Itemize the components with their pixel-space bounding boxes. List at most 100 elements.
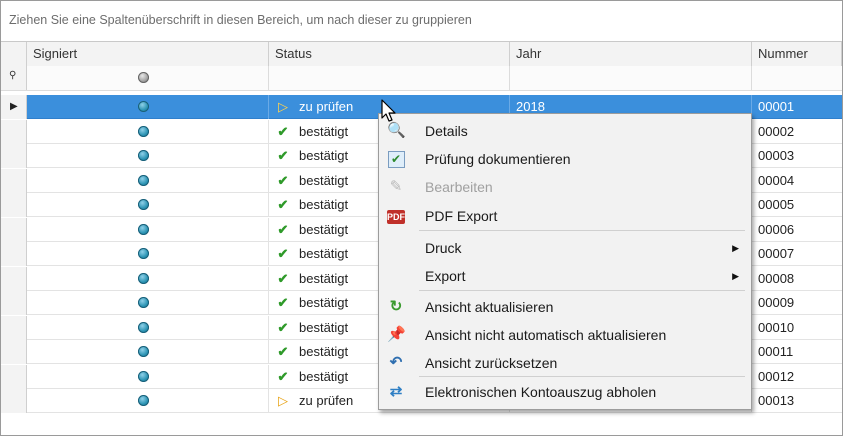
check-icon: ✔ bbox=[277, 173, 289, 188]
group-by-panel[interactable]: Ziehen Sie eine Spaltenüberschrift in di… bbox=[1, 1, 842, 41]
cell-nummer[interactable]: 00005 bbox=[752, 193, 842, 217]
check-icon: ✔ bbox=[277, 148, 289, 163]
cell-signiert[interactable] bbox=[27, 169, 269, 193]
menu-item-elektronischen-kontoauszug-abholen[interactable]: ⇄ Elektronischen Kontoauszug abholen bbox=[381, 378, 749, 406]
status-text: bestätigt bbox=[299, 295, 349, 310]
column-header-row: Signiert Status Jahr Nummer bbox=[1, 41, 842, 67]
menu-item-label: Druck bbox=[425, 240, 462, 256]
signed-status-icon bbox=[138, 175, 149, 186]
menu-item-label: PDF Export bbox=[425, 208, 498, 224]
cell-signiert[interactable] bbox=[27, 365, 269, 389]
cell-signiert[interactable] bbox=[27, 95, 269, 119]
signed-status-icon bbox=[138, 371, 149, 382]
cell-signiert[interactable] bbox=[27, 316, 269, 340]
status-text: zu prüfen bbox=[299, 99, 354, 114]
column-header-nummer[interactable]: Nummer bbox=[752, 42, 842, 66]
cell-nummer[interactable]: 00007 bbox=[752, 242, 842, 266]
menu-item-export[interactable]: Export ▶ bbox=[381, 262, 749, 290]
menu-item-prüfung-dokumentieren[interactable]: ✔ Prüfung dokumentieren bbox=[381, 145, 749, 173]
check-icon: ✔ bbox=[277, 295, 289, 310]
cell-signiert[interactable] bbox=[27, 120, 269, 144]
menu-separator bbox=[419, 230, 745, 231]
check-icon: ✔ bbox=[277, 124, 289, 139]
cell-signiert[interactable] bbox=[27, 218, 269, 242]
menu-item-details[interactable]: 🔍 Details bbox=[381, 117, 749, 145]
menu-separator bbox=[419, 376, 745, 377]
current-row-arrow-icon: ▶ bbox=[10, 101, 18, 112]
filter-cell-signiert[interactable] bbox=[27, 66, 269, 90]
row-indicator[interactable] bbox=[1, 291, 27, 315]
cell-nummer[interactable]: 00012 bbox=[752, 365, 842, 389]
status-text: bestätigt bbox=[299, 222, 349, 237]
triangle-icon: ▷ bbox=[278, 393, 288, 408]
row-indicator[interactable] bbox=[1, 340, 27, 364]
cell-signiert[interactable] bbox=[27, 389, 269, 413]
status-text: bestätigt bbox=[299, 197, 349, 212]
mouse-cursor-icon bbox=[381, 99, 396, 122]
cell-nummer[interactable]: 00010 bbox=[752, 316, 842, 340]
menu-item-druck[interactable]: Druck ▶ bbox=[381, 234, 749, 262]
menu-item-label: Bearbeiten bbox=[425, 179, 493, 195]
status-text: bestätigt bbox=[299, 124, 349, 139]
row-indicator[interactable] bbox=[1, 120, 27, 144]
row-indicator[interactable]: ▶ bbox=[1, 95, 27, 119]
cell-nummer[interactable]: 00013 bbox=[752, 389, 842, 413]
menu-item-label: Prüfung dokumentieren bbox=[425, 151, 571, 167]
menu-item-pdf-export[interactable]: PDF PDF Export bbox=[381, 202, 749, 230]
column-header-jahr[interactable]: Jahr bbox=[510, 42, 752, 66]
cell-nummer[interactable]: 00009 bbox=[752, 291, 842, 315]
signed-status-icon bbox=[138, 273, 149, 284]
check-icon: ✔ bbox=[277, 197, 289, 212]
menu-item-ansicht-zurücksetzen[interactable]: ↶ Ansicht zurücksetzen bbox=[381, 349, 749, 377]
check-icon: ✔ bbox=[277, 222, 289, 237]
menu-item-bearbeiten[interactable]: ✎ Bearbeiten bbox=[381, 173, 749, 201]
row-indicator[interactable] bbox=[1, 365, 27, 389]
check-icon: ✔ bbox=[277, 369, 289, 384]
sync-icon: ⇄ bbox=[389, 383, 403, 400]
row-indicator[interactable] bbox=[1, 389, 27, 413]
row-indicator[interactable] bbox=[1, 242, 27, 266]
cell-signiert[interactable] bbox=[27, 242, 269, 266]
cell-signiert[interactable] bbox=[27, 193, 269, 217]
filter-cell-jahr[interactable] bbox=[510, 66, 752, 90]
row-indicator[interactable] bbox=[1, 144, 27, 168]
menu-item-ansicht-aktualisieren[interactable]: ↻ Ansicht aktualisieren bbox=[381, 293, 749, 321]
cell-signiert[interactable] bbox=[27, 291, 269, 315]
row-indicator[interactable] bbox=[1, 193, 27, 217]
status-text: bestätigt bbox=[299, 369, 349, 384]
column-header-signiert[interactable]: Signiert bbox=[27, 42, 269, 66]
cell-nummer[interactable]: 00006 bbox=[752, 218, 842, 242]
cell-nummer[interactable]: 00008 bbox=[752, 267, 842, 291]
status-text: bestätigt bbox=[299, 271, 349, 286]
magnifier-icon: 🔍 bbox=[387, 122, 406, 139]
signed-status-icon bbox=[138, 126, 149, 137]
row-indicator[interactable] bbox=[1, 316, 27, 340]
cell-nummer[interactable]: 00011 bbox=[752, 340, 842, 364]
filter-row-indicator: ⚲ bbox=[1, 66, 27, 90]
menu-item-label: Ansicht aktualisieren bbox=[425, 299, 554, 315]
status-text: bestätigt bbox=[299, 173, 349, 188]
cell-nummer[interactable]: 00001 bbox=[752, 95, 842, 119]
cell-signiert[interactable] bbox=[27, 340, 269, 364]
pushpin-icon: 📌 bbox=[387, 326, 406, 343]
row-indicator[interactable] bbox=[1, 218, 27, 242]
cell-nummer[interactable]: 00002 bbox=[752, 120, 842, 144]
menu-item-label: Export bbox=[425, 268, 466, 284]
row-indicator[interactable] bbox=[1, 267, 27, 291]
filter-cell-nummer[interactable] bbox=[752, 66, 842, 90]
cell-signiert[interactable] bbox=[27, 144, 269, 168]
check-icon: ✔ bbox=[277, 246, 289, 261]
cell-nummer[interactable]: 00003 bbox=[752, 144, 842, 168]
menu-item-ansicht-nicht-automatisch-aktualisieren[interactable]: 📌 Ansicht nicht automatisch aktualisieren bbox=[381, 321, 749, 349]
status-text: bestätigt bbox=[299, 344, 349, 359]
status-text: bestätigt bbox=[299, 320, 349, 335]
filter-cell-status[interactable] bbox=[269, 66, 510, 90]
filter-row[interactable]: ⚲ bbox=[1, 66, 842, 91]
cell-nummer[interactable]: 00004 bbox=[752, 169, 842, 193]
checklist-icon: ✔ bbox=[387, 150, 405, 168]
menu-separator bbox=[419, 290, 745, 291]
cell-signiert[interactable] bbox=[27, 267, 269, 291]
column-header-status[interactable]: Status bbox=[269, 42, 510, 66]
row-indicator[interactable] bbox=[1, 169, 27, 193]
pdf-icon: PDF bbox=[387, 210, 405, 224]
